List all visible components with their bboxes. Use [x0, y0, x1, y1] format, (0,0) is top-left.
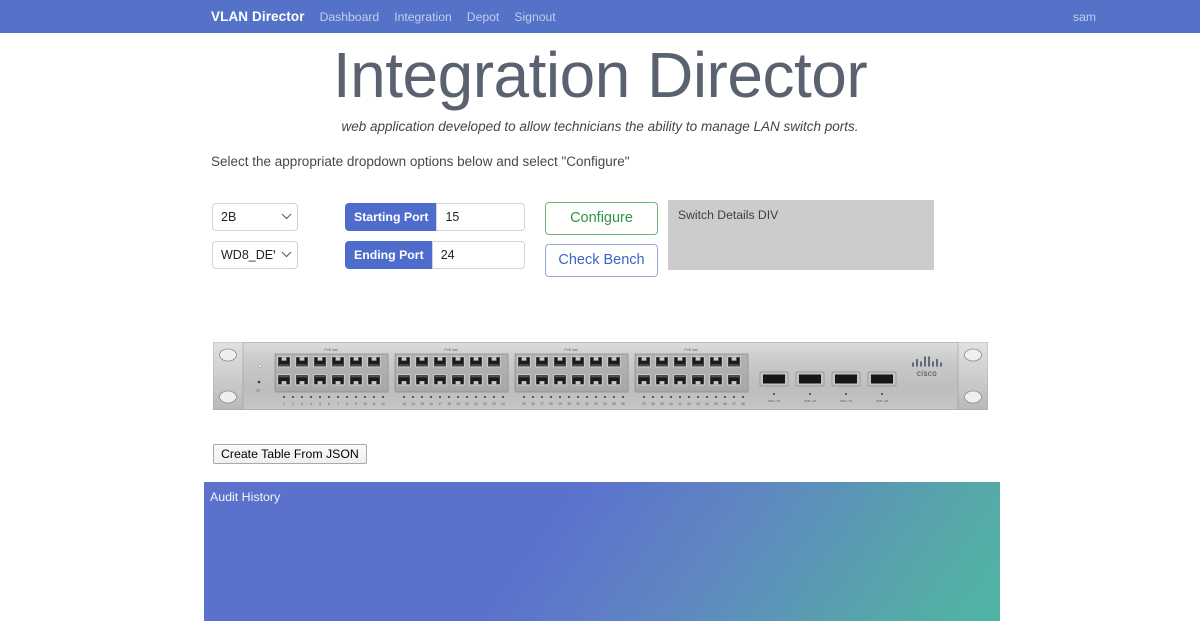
ending-port-group: Ending Port [345, 241, 525, 269]
svg-text:37: 37 [642, 402, 646, 406]
svg-text:36: 36 [621, 402, 625, 406]
svg-text:31: 31 [576, 402, 580, 406]
svg-text:38: 38 [651, 402, 655, 406]
svg-text:23: 23 [492, 402, 496, 406]
svg-text:8: 8 [346, 402, 348, 406]
svg-text:SFP+ 28: SFP+ 28 [876, 399, 888, 403]
svg-text:6: 6 [328, 402, 330, 406]
svg-text:7: 7 [337, 402, 339, 406]
nav-link-depot[interactable]: Depot [467, 10, 500, 24]
svg-text:26: 26 [531, 402, 535, 406]
svg-text:33: 33 [594, 402, 598, 406]
page-content: Integration Director web application dev… [0, 33, 1200, 285]
svg-text:9: 9 [355, 402, 357, 406]
svg-text:18: 18 [447, 402, 451, 406]
network-switch-image[interactable]: ⊙ PoE last PoE last [213, 342, 988, 410]
action-button-column: Configure Check Bench [545, 202, 658, 286]
device-select[interactable]: WD8_DEV [212, 241, 298, 269]
svg-text:14: 14 [411, 402, 415, 406]
svg-text:44: 44 [705, 402, 709, 406]
navbar-inner: VLAN Director Dashboard Integration Depo… [0, 9, 1200, 24]
svg-text:22: 22 [483, 402, 487, 406]
navbar-links: Dashboard Integration Depot Signout [320, 10, 556, 24]
nav-link-signout[interactable]: Signout [514, 10, 555, 24]
svg-text:45: 45 [714, 402, 718, 406]
svg-text:PoE last: PoE last [564, 348, 577, 352]
svg-text:4: 4 [310, 402, 312, 406]
svg-text:SFP+ 27: SFP+ 27 [840, 399, 852, 403]
svg-text:5: 5 [319, 402, 321, 406]
building-select-wrap: 2B [212, 203, 298, 231]
switch-details-panel: Switch Details DIV [668, 200, 934, 270]
svg-text:48: 48 [741, 402, 745, 406]
svg-text:10: 10 [363, 402, 367, 406]
starting-port-input[interactable] [436, 203, 525, 231]
svg-text:SFP+ 26: SFP+ 26 [804, 399, 816, 403]
svg-text:15: 15 [420, 402, 424, 406]
starting-port-group: Starting Port [345, 203, 525, 231]
create-table-from-json-button[interactable]: Create Table From JSON [213, 444, 367, 464]
svg-text:35: 35 [612, 402, 616, 406]
svg-text:46: 46 [723, 402, 727, 406]
building-select[interactable]: 2B [212, 203, 298, 231]
svg-text:41: 41 [678, 402, 682, 406]
svg-text:27: 27 [540, 402, 544, 406]
svg-text:PoE last: PoE last [324, 348, 337, 352]
svg-text:PoE last: PoE last [684, 348, 697, 352]
ending-port-input[interactable] [432, 241, 525, 269]
svg-text:34: 34 [603, 402, 607, 406]
svg-text:12: 12 [381, 402, 385, 406]
ending-port-label: Ending Port [345, 241, 432, 269]
svg-text:⊙: ⊙ [256, 388, 260, 394]
svg-text:39: 39 [660, 402, 664, 406]
svg-text:SFP+ 25: SFP+ 25 [768, 399, 780, 403]
svg-text:47: 47 [732, 402, 736, 406]
instruction-text: Select the appropriate dropdown options … [211, 154, 1200, 169]
svg-text:28: 28 [549, 402, 553, 406]
starting-port-label: Starting Port [345, 203, 436, 231]
svg-text:17: 17 [438, 402, 442, 406]
hero-section: Integration Director web application dev… [0, 33, 1200, 134]
svg-text:32: 32 [585, 402, 589, 406]
svg-text:40: 40 [669, 402, 673, 406]
port-input-column: Starting Port Ending Port [345, 203, 525, 279]
device-select-wrap: WD8_DEV [212, 241, 298, 269]
audit-history-panel: Audit History [204, 482, 1000, 621]
svg-text:19: 19 [456, 402, 460, 406]
audit-history-title: Audit History [204, 482, 1000, 504]
top-navbar: VLAN Director Dashboard Integration Depo… [0, 0, 1200, 33]
nav-link-dashboard[interactable]: Dashboard [320, 10, 380, 24]
configure-button[interactable]: Configure [545, 202, 658, 235]
svg-text:13: 13 [402, 402, 406, 406]
svg-text:1: 1 [283, 402, 285, 406]
svg-text:cisco: cisco [917, 369, 937, 378]
svg-text:30: 30 [567, 402, 571, 406]
navbar-username[interactable]: sam [1073, 0, 1096, 33]
page-title: Integration Director [0, 39, 1200, 113]
svg-text:43: 43 [696, 402, 700, 406]
svg-text:42: 42 [687, 402, 691, 406]
controls-row: 2B WD8_DEV Starting Port Ending Port [0, 195, 1200, 285]
nav-link-integration[interactable]: Integration [394, 10, 452, 24]
page-subtitle: web application developed to allow techn… [0, 119, 1200, 134]
svg-text:PoE last: PoE last [444, 348, 457, 352]
svg-text:20: 20 [465, 402, 469, 406]
switch-faceplate-svg: ⊙ PoE last PoE last [213, 342, 988, 410]
svg-text:24: 24 [501, 402, 505, 406]
svg-text:29: 29 [558, 402, 562, 406]
svg-text:3: 3 [301, 402, 303, 406]
svg-text:2: 2 [292, 402, 294, 406]
select-column: 2B WD8_DEV [212, 203, 298, 279]
svg-text:16: 16 [429, 402, 433, 406]
svg-text:21: 21 [474, 402, 478, 406]
svg-text:25: 25 [522, 402, 526, 406]
svg-text:11: 11 [372, 402, 376, 406]
check-bench-button[interactable]: Check Bench [545, 244, 658, 277]
navbar-brand[interactable]: VLAN Director [211, 9, 305, 24]
